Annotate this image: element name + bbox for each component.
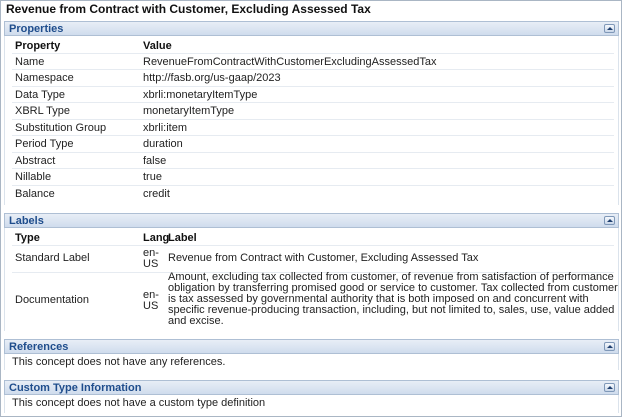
labels-section-title: Labels bbox=[9, 215, 44, 227]
collapse-up-arrow-icon[interactable] bbox=[604, 342, 615, 351]
divider bbox=[12, 152, 614, 153]
property-value: duration bbox=[143, 138, 183, 150]
divider bbox=[12, 86, 614, 87]
label-lang-line2: US bbox=[143, 258, 159, 270]
divider bbox=[12, 119, 614, 120]
property-name: Balance bbox=[15, 188, 55, 200]
label-type: Standard Label bbox=[15, 252, 90, 264]
collapse-up-arrow-icon[interactable] bbox=[604, 24, 615, 33]
references-section-header[interactable]: References bbox=[4, 339, 619, 354]
label-documentation-text: Amount, excluding tax collected from cus… bbox=[168, 272, 618, 327]
column-header-type: Type bbox=[15, 232, 40, 244]
property-name: Period Type bbox=[15, 138, 74, 150]
references-section-title: References bbox=[9, 341, 69, 353]
property-name: Namespace bbox=[15, 72, 74, 84]
column-header-property: Property bbox=[15, 40, 61, 52]
label-type: Documentation bbox=[15, 294, 89, 306]
page-title: Revenue from Contract with Customer, Exc… bbox=[6, 2, 371, 16]
divider bbox=[12, 102, 614, 103]
divider bbox=[12, 69, 614, 70]
label-text-line: specific revenue-producing transaction, … bbox=[168, 304, 615, 316]
label-text-line: and excise. bbox=[168, 315, 224, 327]
column-header-value: Value bbox=[143, 40, 172, 52]
property-name: Substitution Group bbox=[15, 122, 107, 134]
property-value: xbrli:monetaryItemType bbox=[143, 89, 258, 101]
column-header-label: Label bbox=[168, 232, 197, 244]
divider bbox=[12, 53, 614, 54]
labels-section-header[interactable]: Labels bbox=[4, 213, 619, 228]
property-value: xbrli:item bbox=[143, 122, 188, 134]
property-name: Name bbox=[15, 56, 45, 68]
property-name: Nillable bbox=[15, 171, 52, 183]
divider bbox=[12, 168, 614, 169]
custom-type-panel: This concept does not have a custom type… bbox=[4, 395, 619, 413]
properties-section-title: Properties bbox=[9, 23, 64, 35]
property-value: RevenueFromContractWithCustomerExcluding… bbox=[143, 56, 437, 68]
label-row-documentation: Documentation en- US Amount, excluding t… bbox=[12, 272, 618, 330]
labels-panel: Type Lang Label Standard Label en- US Re… bbox=[4, 228, 619, 331]
property-value: false bbox=[143, 155, 167, 167]
references-panel: This concept does not have any reference… bbox=[4, 354, 619, 370]
divider bbox=[12, 185, 614, 186]
concept-details-window: Revenue from Contract with Customer, Exc… bbox=[0, 0, 622, 417]
property-value: true bbox=[143, 171, 162, 183]
custom-type-section-title: Custom Type Information bbox=[9, 382, 142, 394]
divider bbox=[12, 245, 614, 246]
property-name: Abstract bbox=[15, 155, 56, 167]
column-header-lang: Lang bbox=[143, 232, 170, 244]
property-value: credit bbox=[143, 188, 170, 200]
custom-type-section-header[interactable]: Custom Type Information bbox=[4, 380, 619, 395]
label-text: Revenue from Contract with Customer, Exc… bbox=[168, 252, 479, 264]
property-name: XBRL Type bbox=[15, 105, 71, 117]
collapse-up-arrow-icon[interactable] bbox=[604, 383, 615, 392]
properties-panel: Property Value Name RevenueFromContractW… bbox=[4, 36, 619, 205]
property-value: monetaryItemType bbox=[143, 105, 235, 117]
property-value: http://fasb.org/us-gaap/2023 bbox=[143, 72, 281, 84]
properties-section-header[interactable]: Properties bbox=[4, 21, 619, 36]
label-row-standard: Standard Label en- US Revenue from Contr… bbox=[12, 247, 614, 271]
property-name: Data Type bbox=[15, 89, 65, 101]
custom-type-empty-text: This concept does not have a custom type… bbox=[12, 397, 266, 409]
divider bbox=[12, 135, 614, 136]
label-lang-line2: US bbox=[143, 300, 159, 312]
references-empty-text: This concept does not have any reference… bbox=[12, 356, 226, 368]
collapse-up-arrow-icon[interactable] bbox=[604, 216, 615, 225]
